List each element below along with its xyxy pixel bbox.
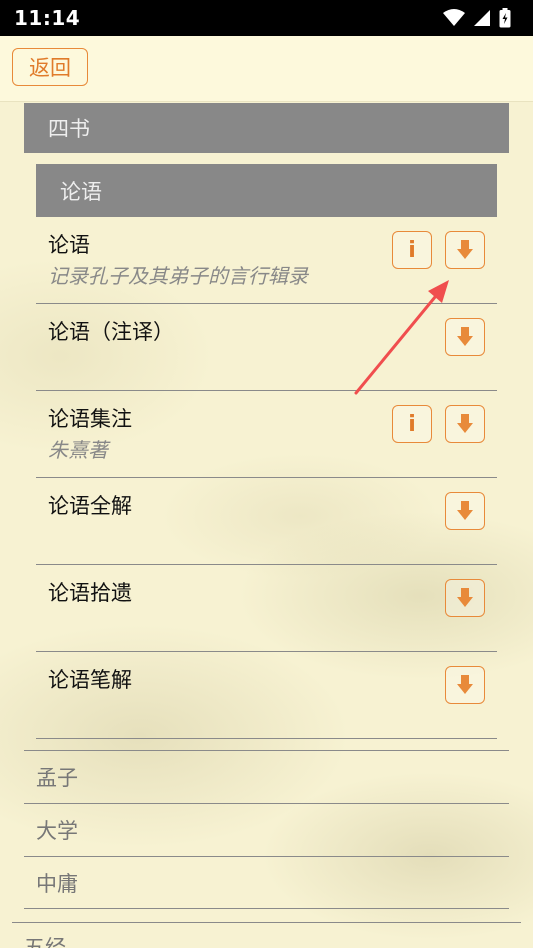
section-title: 四书: [48, 117, 90, 141]
download-arrow-icon: [457, 501, 473, 520]
book-description: 朱熹著: [48, 438, 108, 462]
download-button[interactable]: [445, 405, 485, 443]
book-row[interactable]: 论语（注译）: [36, 304, 497, 391]
download-button[interactable]: [445, 492, 485, 530]
category-label: 孟子: [36, 766, 78, 790]
book-title: 论语拾遗: [48, 581, 132, 605]
book-row[interactable]: 论语全解: [36, 478, 497, 565]
download-arrow-icon: [457, 327, 473, 346]
subsection-header-lunyu[interactable]: 论语: [36, 164, 497, 217]
book-list: 四书 论语 论语 记录孔子及其弟子的言行辑录 i 论语（注译） 论语集注 朱熹著: [0, 102, 533, 948]
status-icons: [443, 8, 511, 28]
info-icon: i: [408, 237, 416, 263]
category-label: 大学: [36, 819, 78, 843]
book-title: 论语: [48, 233, 90, 257]
download-button[interactable]: [445, 666, 485, 704]
download-arrow-icon: [457, 588, 473, 607]
download-arrow-icon: [457, 240, 473, 259]
download-button[interactable]: [445, 579, 485, 617]
download-button[interactable]: [445, 231, 485, 269]
info-button[interactable]: i: [392, 405, 432, 443]
download-button[interactable]: [445, 318, 485, 356]
book-row[interactable]: 论语 记录孔子及其弟子的言行辑录 i: [36, 217, 497, 304]
book-title: 论语笔解: [48, 668, 132, 692]
top-bar: 返回: [0, 36, 533, 102]
subsection-title: 论语: [60, 179, 102, 204]
category-label: 中庸: [36, 871, 78, 896]
back-button[interactable]: 返回: [12, 48, 88, 86]
wifi-icon: [443, 9, 465, 26]
category-item[interactable]: 大学: [24, 803, 509, 856]
signal-icon: [474, 10, 490, 26]
info-icon: i: [408, 411, 416, 437]
book-title: 论语集注: [48, 407, 132, 431]
divider: [12, 922, 521, 923]
next-section-label[interactable]: 五经: [24, 932, 66, 948]
download-arrow-icon: [457, 675, 473, 694]
status-time: 11:14: [14, 6, 81, 30]
book-title: 论语（注译）: [48, 320, 174, 344]
book-title: 论语全解: [48, 494, 132, 518]
category-item[interactable]: 孟子: [24, 750, 509, 803]
book-row[interactable]: 论语集注 朱熹著 i: [36, 391, 497, 478]
battery-icon: [499, 8, 511, 28]
status-bar: 11:14: [0, 0, 533, 36]
category-item[interactable]: 中庸: [24, 856, 509, 909]
section-header-sishu[interactable]: 四书: [24, 103, 509, 153]
book-description: 记录孔子及其弟子的言行辑录: [48, 264, 308, 288]
book-row[interactable]: 论语笔解: [36, 652, 497, 739]
info-button[interactable]: i: [392, 231, 432, 269]
book-row[interactable]: 论语拾遗: [36, 565, 497, 652]
download-arrow-icon: [457, 414, 473, 433]
